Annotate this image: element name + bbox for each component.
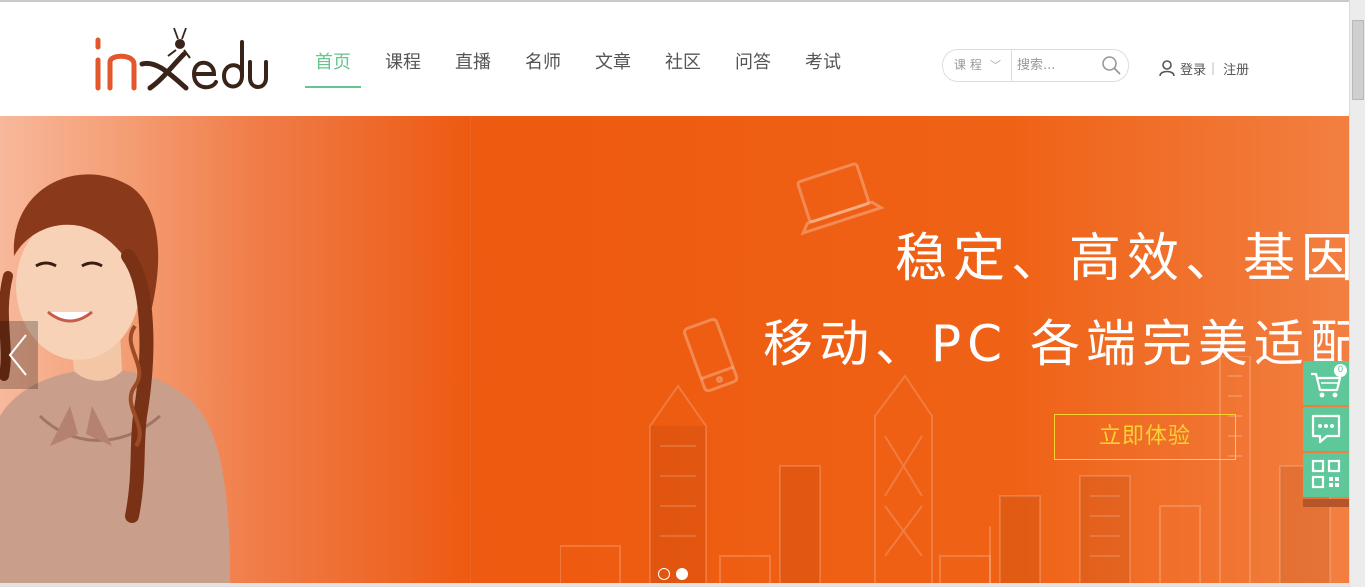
cart-button[interactable]: 0 — [1303, 361, 1349, 405]
banner-headline-2: 移动、PC 各端完美适配， — [763, 315, 1349, 373]
cart-count-badge: 0 — [1334, 364, 1347, 377]
account-links: 登录 | 注册 — [1158, 57, 1249, 79]
nav-exam[interactable]: 考试 — [795, 40, 851, 86]
chevron-down-icon: ﹀ — [990, 59, 1001, 72]
banner-dot-1[interactable] — [658, 568, 670, 580]
divider: | — [1211, 61, 1216, 75]
nav-community[interactable]: 社区 — [655, 40, 711, 86]
search-input[interactable] — [1017, 55, 1097, 75]
main-nav: 首页 课程 直播 名师 文章 社区 问答 考试 — [305, 40, 865, 90]
banner-pagination — [658, 568, 694, 580]
nav-teachers[interactable]: 名师 — [515, 40, 571, 86]
nav-live[interactable]: 直播 — [445, 40, 501, 86]
chat-icon — [1311, 414, 1341, 444]
login-link[interactable]: 登录 — [1180, 59, 1206, 78]
horizontal-scrollbar[interactable] — [0, 583, 1349, 587]
site-logo[interactable] — [90, 24, 275, 96]
qrcode-button[interactable] — [1303, 453, 1349, 497]
laptop-icon — [796, 162, 885, 236]
side-toolbar: 0 — [1303, 361, 1349, 507]
side-toolbar-footer — [1303, 499, 1349, 507]
site-header: 首页 课程 直播 名师 文章 社区 问答 考试 课 程 ﹀ 登录 | 注册 — [0, 2, 1349, 116]
banner-prev-button[interactable] — [0, 321, 38, 389]
vertical-scrollbar[interactable] — [1349, 0, 1365, 587]
phone-icon — [683, 317, 739, 393]
chevron-left-icon — [8, 334, 27, 376]
search-category-label: 课 程 — [954, 58, 982, 72]
banner-dot-2[interactable] — [676, 568, 688, 580]
register-link[interactable]: 注册 — [1223, 59, 1249, 78]
logo-mark — [95, 27, 268, 91]
nav-articles[interactable]: 文章 — [585, 40, 641, 86]
nav-home[interactable]: 首页 — [305, 40, 361, 88]
scrollbar-thumb[interactable] — [1352, 20, 1364, 100]
try-now-button[interactable]: 立即体验 — [1054, 414, 1236, 460]
search-box: 课 程 ﹀ — [942, 49, 1129, 82]
banner-divider — [470, 116, 471, 583]
chat-button[interactable] — [1303, 407, 1349, 451]
banner-headline-1: 稳定、高效、基因优 — [895, 229, 1349, 289]
search-category-select[interactable]: 课 程 ﹀ — [943, 50, 1012, 81]
nav-courses[interactable]: 课程 — [375, 40, 431, 86]
user-icon — [1159, 60, 1175, 77]
hero-banner[interactable]: 稳定、高效、基因优 移动、PC 各端完美适配， 立即体验 0 — [0, 116, 1349, 583]
qrcode-icon — [1311, 459, 1341, 489]
search-icon[interactable] — [1101, 55, 1121, 75]
hero-image — [0, 174, 230, 583]
nav-qa[interactable]: 问答 — [725, 40, 781, 86]
